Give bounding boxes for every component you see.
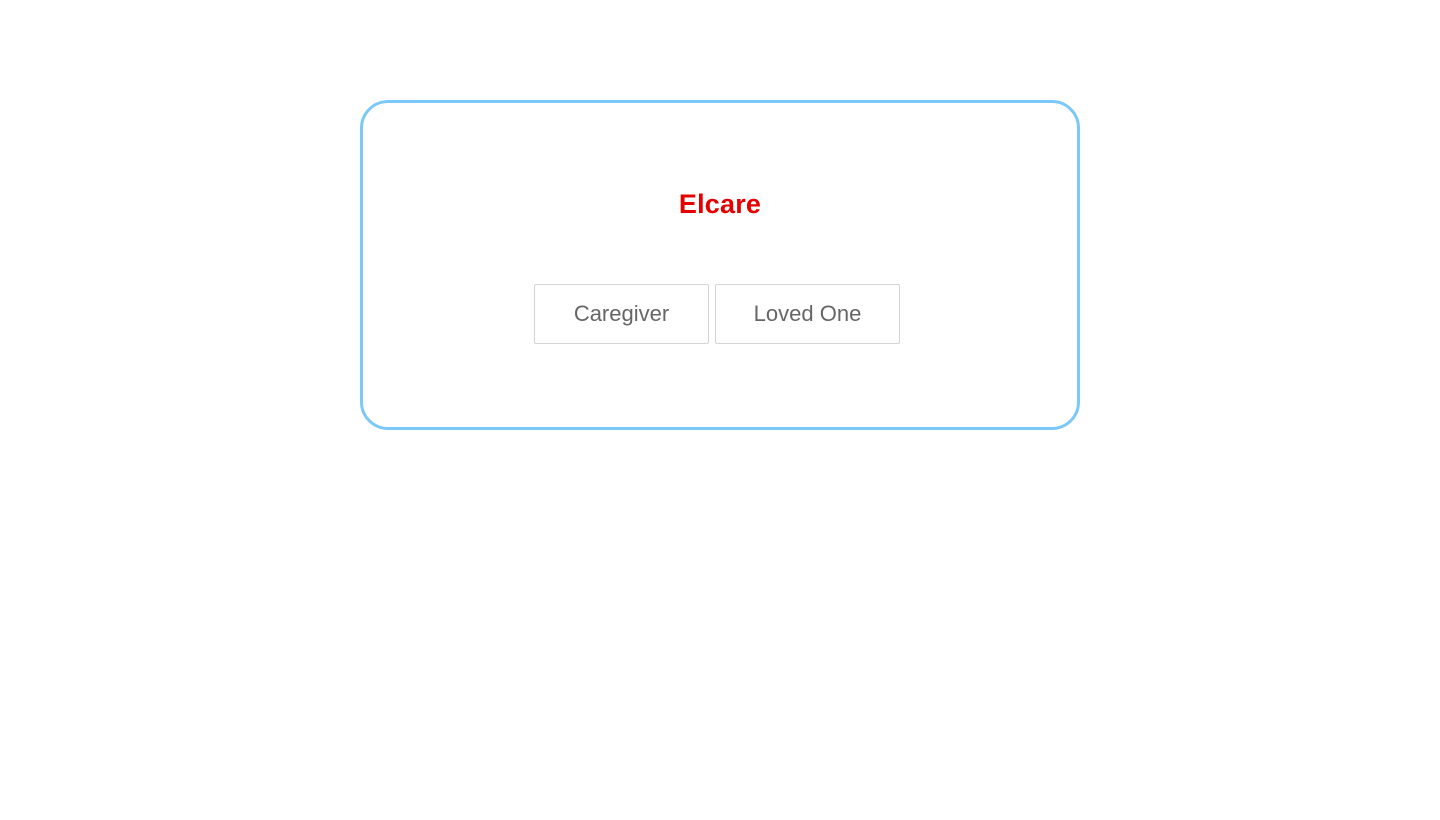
role-selection-card: Elcare Caregiver Loved One bbox=[360, 100, 1080, 430]
caregiver-button[interactable]: Caregiver bbox=[534, 284, 709, 344]
loved-one-button[interactable]: Loved One bbox=[715, 284, 900, 344]
role-button-group: Caregiver Loved One bbox=[534, 284, 900, 344]
brand-title: Elcare bbox=[678, 189, 762, 219]
